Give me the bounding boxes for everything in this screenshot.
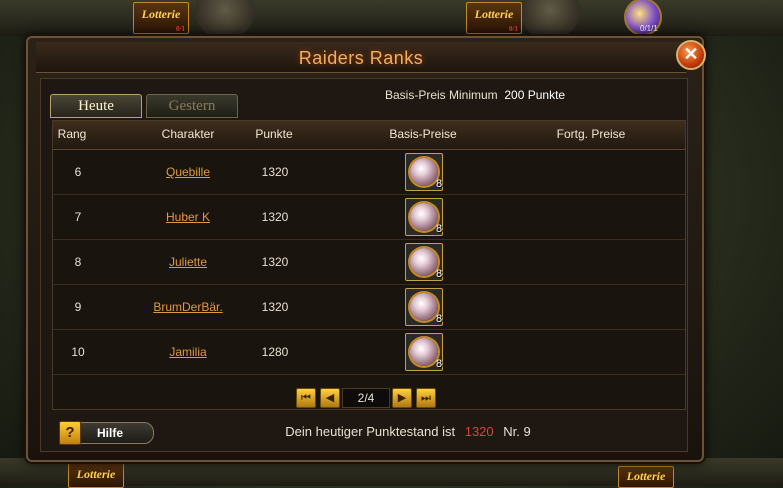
min-price-label: Basis-Preis Minimum <box>385 88 498 102</box>
points-cell: 1320 <box>261 255 289 269</box>
prize-slot[interactable]: 8 <box>405 333 443 371</box>
prize-count: 8 <box>436 313 443 325</box>
prize-count: 8 <box>436 223 443 235</box>
lotterie-button-bottom-left[interactable]: Lotterie <box>68 462 124 488</box>
help-button[interactable]: ? Hilfe <box>59 421 154 445</box>
header-charakter: Charakter <box>161 127 215 141</box>
table-row: 7 Huber K 1320 8 <box>53 195 685 240</box>
score-rank: Nr. 9 <box>503 424 531 439</box>
prev-page-button[interactable]: ◀ <box>320 388 340 408</box>
lotterie-button-bottom-right[interactable]: Lotterie <box>618 466 674 488</box>
prize-count: 8 <box>436 178 443 190</box>
lotterie-count: 0/1 <box>509 25 518 33</box>
header-rang: Rang <box>57 127 87 141</box>
points-cell: 1320 <box>261 210 289 224</box>
table-row: 9 BrumDerBär. 1320 8 <box>53 285 685 330</box>
first-page-button[interactable]: ⏮ <box>296 388 316 408</box>
pearl-icon <box>410 248 438 276</box>
next-page-button[interactable]: ▶ <box>392 388 412 408</box>
prize-slot[interactable]: 8 <box>405 288 443 326</box>
rank-cell: 7 <box>74 210 82 224</box>
lotterie-label: Lotterie <box>474 7 514 21</box>
lotterie-button-top-left[interactable]: Lotterie 0/1 <box>133 2 189 34</box>
dialog-title: Raiders Ranks <box>298 48 424 68</box>
raiders-ranks-dialog: Raiders Ranks ✕ Basis-Preis Minimum 200 … <box>26 36 706 462</box>
pearl-icon <box>410 338 438 366</box>
score-summary: Dein heutiger Punktestand ist 1320 Nr. 9 <box>178 424 638 439</box>
score-points: 1320 <box>464 424 494 439</box>
lotterie-label: Lotterie <box>626 469 666 483</box>
tab-heute[interactable]: Heute <box>50 94 142 118</box>
lotterie-label: Lotterie <box>76 467 116 481</box>
points-cell: 1320 <box>261 300 289 314</box>
close-icon: ✕ <box>683 44 699 64</box>
help-icon: ? <box>59 421 81 445</box>
rank-cell: 8 <box>74 255 82 269</box>
prize-slot[interactable]: 8 <box>405 243 443 281</box>
pearl-icon <box>410 293 438 321</box>
rank-cell: 9 <box>74 300 82 314</box>
character-link[interactable]: Juliette <box>133 255 243 269</box>
rank-cell: 6 <box>74 165 82 179</box>
character-link[interactable]: Huber K <box>133 210 243 224</box>
prize-slot[interactable]: 8 <box>405 198 443 236</box>
first-page-icon: ⏮ <box>301 392 311 404</box>
ranking-table: Rang Charakter Punkte Basis-Preise Fortg… <box>52 120 686 410</box>
pearl-icon <box>410 203 438 231</box>
last-page-button[interactable]: ⏭ <box>416 388 436 408</box>
min-price-value: 200 Punkte <box>504 88 566 102</box>
lotterie-count: 0/1 <box>176 25 185 33</box>
table-row: 6 Quebille 1320 8 <box>53 150 685 195</box>
header-fortg-preise: Fortg. Preise <box>556 127 626 141</box>
next-page-icon: ▶ <box>397 392 407 404</box>
character-link[interactable]: Jamilia <box>133 345 243 359</box>
prize-count: 8 <box>436 268 443 280</box>
lotterie-label: Lotterie <box>141 7 181 21</box>
table-row: 10 Jamilia 1280 8 <box>53 330 685 375</box>
header-basis-preise: Basis-Preise <box>389 127 457 141</box>
points-cell: 1320 <box>261 165 289 179</box>
prize-slot[interactable]: 8 <box>405 153 443 191</box>
close-button[interactable]: ✕ <box>676 40 706 70</box>
page-indicator: 2/4 <box>342 388 390 408</box>
prev-page-icon: ◀ <box>325 392 335 404</box>
prize-count: 8 <box>436 358 443 370</box>
tab-gestern[interactable]: Gestern <box>146 94 238 118</box>
top-hud-bar <box>0 0 783 36</box>
dialog-title-bar: Raiders Ranks ✕ <box>36 40 706 73</box>
header-punkte: Punkte <box>255 127 293 141</box>
score-text: Dein heutiger Punktestand ist <box>285 424 456 439</box>
min-price-info: Basis-Preis Minimum 200 Punkte <box>385 88 565 102</box>
character-link[interactable]: BrumDerBär. <box>133 300 243 314</box>
rank-cell: 10 <box>71 345 85 359</box>
table-header: Rang Charakter Punkte Basis-Preise Fortg… <box>53 121 685 150</box>
orb-counter: 0/1/1 <box>640 24 658 33</box>
table-row: 8 Juliette 1320 8 <box>53 240 685 285</box>
last-page-icon: ⏭ <box>421 392 431 404</box>
points-cell: 1280 <box>261 345 289 359</box>
help-label: Hilfe <box>97 426 124 440</box>
lotterie-button-top-right[interactable]: Lotterie 0/1 <box>466 2 522 34</box>
pearl-icon <box>410 158 438 186</box>
character-link[interactable]: Quebille <box>133 165 243 179</box>
